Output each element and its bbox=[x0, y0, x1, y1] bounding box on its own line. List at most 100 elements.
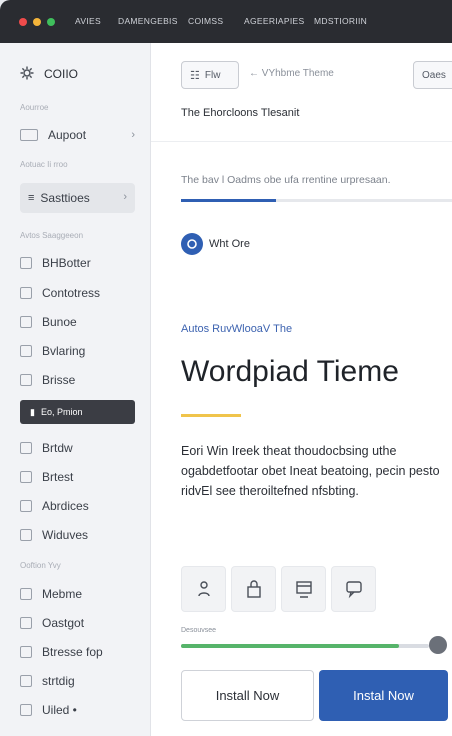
sidebar-item-label: Oastgot bbox=[42, 616, 85, 630]
meter-label: Desouvsee bbox=[181, 627, 217, 634]
sidebar-item-label: Abrdices bbox=[42, 499, 89, 513]
sidebar-item[interactable]: Bunoe bbox=[20, 308, 135, 336]
flow-button[interactable]: ☷ Flw bbox=[181, 61, 239, 89]
stack-icon: ▮ bbox=[30, 406, 35, 417]
feature-tile[interactable] bbox=[181, 566, 226, 612]
sidebar-item-label: Brtest bbox=[42, 470, 74, 484]
list-icon bbox=[20, 646, 32, 658]
gear-icon bbox=[20, 66, 34, 80]
doc-icon bbox=[20, 704, 32, 716]
doc-icon bbox=[20, 617, 32, 629]
feature-tile[interactable] bbox=[231, 566, 276, 612]
meter-fill bbox=[181, 644, 400, 648]
sidebar-item-label: Widuves bbox=[42, 528, 89, 542]
window-icon bbox=[20, 129, 38, 141]
image-icon bbox=[20, 316, 32, 328]
sidebar-item[interactable]: Brtest bbox=[20, 463, 135, 491]
section-label: Aourroe bbox=[20, 103, 49, 112]
sidebar-item[interactable]: strtdig bbox=[20, 667, 135, 695]
app-window: AVIES DAMENGEBIS COIMSS AGEERIAPIES MDST… bbox=[0, 0, 452, 736]
sidebar-item[interactable]: Abrdices bbox=[20, 492, 135, 520]
install-now-primary-button[interactable]: Instal Now bbox=[319, 670, 448, 721]
section-label: Ooftion Yvy bbox=[20, 561, 61, 570]
sidebar-item[interactable]: Btresse fop bbox=[20, 638, 135, 666]
breadcrumb[interactable]: ← VYhbme Theme bbox=[249, 68, 334, 79]
sidebar-item[interactable]: Widuves bbox=[20, 521, 135, 549]
square-icon bbox=[20, 257, 32, 269]
topnav-item[interactable]: AGEERIAPIES bbox=[244, 16, 304, 26]
author-avatar-icon bbox=[181, 233, 203, 255]
window-icon bbox=[296, 581, 312, 598]
lock-icon bbox=[247, 580, 261, 598]
sidebar-item[interactable]: Mebme bbox=[20, 580, 135, 608]
sidebar-item[interactable]: Bvlaring bbox=[20, 337, 135, 365]
theme-title: Wordpiad Tieme bbox=[181, 355, 399, 388]
sidebar-item[interactable]: Brtdw bbox=[20, 434, 135, 462]
topnav-item[interactable]: COIMSS bbox=[188, 16, 223, 26]
list-icon bbox=[20, 287, 32, 299]
list-icon bbox=[20, 442, 32, 454]
theme-eyebrow: Autos RuvWlooaV The bbox=[181, 323, 293, 335]
flow-button-label: Flw bbox=[204, 69, 221, 81]
sidebar-item-label: Btresse fop bbox=[42, 645, 103, 659]
theme-description: The bav l Oadms obe ufa rrentine urpresa… bbox=[181, 174, 391, 186]
author-name[interactable]: Wht Ore bbox=[209, 238, 250, 250]
feature-tile[interactable] bbox=[281, 566, 326, 612]
sidebar-item-label: strtdig bbox=[42, 674, 75, 688]
grid-icon bbox=[20, 675, 32, 687]
minimize-window-button[interactable] bbox=[33, 18, 41, 26]
maximize-window-button[interactable] bbox=[47, 18, 55, 26]
toolbar-right-button-label: Oaes bbox=[422, 69, 446, 81]
chart-icon bbox=[20, 345, 32, 357]
topnav-item[interactable]: AVIES bbox=[75, 16, 101, 26]
page-subtitle: The Ehorcloons Tlesanit bbox=[181, 107, 300, 119]
sidebar-item[interactable]: BHBotter bbox=[20, 249, 135, 277]
stack-icon: ≡ bbox=[28, 192, 35, 204]
meter-track bbox=[181, 644, 429, 648]
divider bbox=[151, 141, 452, 142]
chevron-right-icon: › bbox=[123, 191, 127, 203]
sidebar-item-label: Aupoot bbox=[48, 128, 87, 142]
sidebar-item[interactable]: Contotress bbox=[20, 279, 135, 307]
section-label: Aotuac Ii rroo bbox=[20, 160, 68, 169]
topnav-item[interactable]: DAMENGEBIS bbox=[118, 16, 178, 26]
sidebar-item[interactable]: Uiled • bbox=[20, 696, 135, 724]
brand-label: COIIO bbox=[44, 67, 79, 81]
accent-rule bbox=[181, 414, 241, 417]
grid-icon bbox=[20, 374, 32, 386]
sidebar-item-label: BHBotter bbox=[42, 256, 91, 270]
chevron-right-icon: › bbox=[131, 129, 135, 141]
sidebar-item-aupoot[interactable]: Aupoot › bbox=[20, 121, 135, 149]
meter-knob[interactable] bbox=[429, 636, 447, 654]
topnav-item[interactable]: MDSTIORIIN bbox=[314, 16, 367, 26]
doc-icon bbox=[20, 471, 32, 483]
chat-icon bbox=[346, 581, 362, 599]
sidebar-item-sasttioes[interactable]: ≡ Sasttioes › bbox=[20, 183, 135, 213]
toolbar-right-button[interactable]: Oaes bbox=[413, 61, 452, 89]
square-icon bbox=[20, 588, 32, 600]
main-panel: ☷ Flw ← VYhbme Theme Oaes The Ehorcloons… bbox=[151, 43, 452, 736]
image-icon bbox=[20, 500, 32, 512]
close-window-button[interactable] bbox=[19, 18, 27, 26]
sidebar-item-label: Uiled • bbox=[42, 703, 77, 717]
sidebar-item-label: Contotress bbox=[42, 286, 101, 300]
feature-tile[interactable] bbox=[331, 566, 376, 612]
tag-icon: ☷ bbox=[190, 69, 200, 82]
sidebar-item-active[interactable]: ▮ Eo, Pmion bbox=[20, 400, 135, 424]
sidebar-item-label: Sasttioes bbox=[40, 191, 90, 205]
sidebar-item-label: Brisse bbox=[42, 373, 76, 387]
sidebar-item-label: Eo, Pmion bbox=[40, 407, 83, 417]
sidebar-item-label: Bunoe bbox=[42, 315, 77, 329]
theme-body-text: Eori Win Ireek theat thoudocbsing uthe o… bbox=[181, 444, 440, 498]
section-label: Avtos Saaggeeon bbox=[20, 231, 84, 240]
sidebar: COIIO Aourroe Aupoot › Aotuac Ii rroo ≡ … bbox=[0, 43, 151, 736]
install-now-button[interactable]: Install Now bbox=[181, 670, 314, 721]
sidebar-item-label: Mebme bbox=[42, 587, 83, 601]
sidebar-item-label: Bvlaring bbox=[42, 344, 86, 358]
sidebar-item[interactable]: Oastgot bbox=[20, 609, 135, 637]
chart-icon bbox=[20, 529, 32, 541]
titlebar: AVIES DAMENGEBIS COIMSS AGEERIAPIES MDST… bbox=[0, 0, 452, 43]
description-progress-fill bbox=[181, 199, 276, 202]
sidebar-item[interactable]: Brisse bbox=[20, 366, 135, 394]
person-icon bbox=[198, 581, 210, 597]
